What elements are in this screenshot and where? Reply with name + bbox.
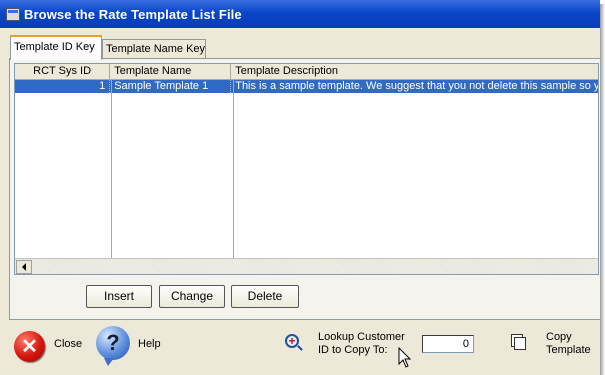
close-icon[interactable]: ✕	[14, 331, 45, 362]
help-label[interactable]: Help	[138, 338, 161, 350]
cell-template-name: Sample Template 1	[110, 80, 232, 93]
column-header-template-name[interactable]: Template Name	[110, 64, 232, 80]
tab-template-id-key[interactable]: Template ID Key	[10, 35, 102, 60]
column-header-rct-sys-id[interactable]: RCT Sys ID	[15, 64, 111, 80]
title-bar: Browse the Rate Template List File	[0, 0, 600, 28]
copy-icon[interactable]	[514, 337, 526, 350]
close-label[interactable]: Close	[54, 338, 82, 350]
horizontal-scrollbar[interactable]	[15, 258, 598, 274]
browse-window: Browse the Rate Template List File Templ…	[0, 0, 602, 375]
delete-button[interactable]: Delete	[231, 285, 299, 308]
cell-rct-sys-id: 1	[15, 80, 111, 93]
table-row[interactable]: 1 Sample Template 1 This is a sample tem…	[15, 80, 598, 93]
cell-template-description: This is a sample template. We suggest th…	[235, 80, 598, 92]
lookup-customer-id-input[interactable]: 0	[422, 335, 474, 353]
column-divider	[111, 80, 112, 258]
column-header-template-description[interactable]: Template Description	[231, 64, 598, 80]
tab-panel: RCT Sys ID Template Name Template Descri…	[9, 58, 602, 320]
lookup-label-line2: ID to Copy To:	[318, 344, 388, 356]
footer-bar: ✕ Close ? Help + Lookup Customer ID to C…	[0, 320, 600, 375]
lookup-customer-label: Lookup Customer ID to Copy To:	[318, 331, 405, 357]
scroll-left-icon	[22, 263, 26, 271]
lookup-label-line1: Lookup Customer	[318, 331, 405, 343]
copy-label-line2: Template	[546, 344, 591, 356]
window-icon	[6, 7, 20, 21]
insert-button[interactable]: Insert	[86, 285, 152, 308]
tab-template-name-key[interactable]: Template Name Key	[102, 39, 206, 59]
scroll-left-button[interactable]	[16, 260, 32, 274]
magnify-icon[interactable]: +	[285, 334, 299, 348]
grid-header: RCT Sys ID Template Name Template Descri…	[15, 64, 598, 80]
change-button[interactable]: Change	[159, 285, 225, 308]
window-title: Browse the Rate Template List File	[24, 6, 242, 22]
template-grid[interactable]: RCT Sys ID Template Name Template Descri…	[14, 63, 599, 275]
column-divider	[233, 80, 234, 258]
help-icon[interactable]: ?	[96, 326, 130, 366]
copy-label-line1: Copy	[546, 331, 572, 343]
copy-template-label[interactable]: Copy Template	[546, 331, 591, 357]
window-shadow	[600, 4, 605, 375]
